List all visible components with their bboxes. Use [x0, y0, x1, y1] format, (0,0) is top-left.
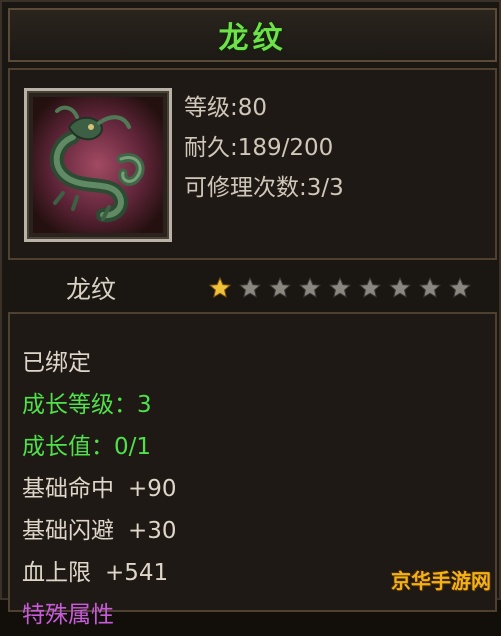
attribute-value: +90	[128, 476, 177, 502]
attribute-label: 特殊属性	[22, 602, 114, 628]
item-title: 龙纹	[218, 21, 287, 56]
attribute-label: 成长等级：	[22, 392, 137, 418]
attribute-value: +541	[105, 560, 169, 586]
item-name-row: 龙纹	[8, 264, 497, 310]
star-rating	[208, 274, 472, 302]
dragon-emblem-icon	[33, 97, 163, 233]
attribute-row: 已绑定	[22, 342, 177, 384]
item-name: 龙纹	[66, 275, 117, 304]
attribute-row: 血上限 +541	[22, 552, 177, 594]
attribute-label: 基础闪避	[22, 518, 114, 544]
attribute-value: 3	[137, 392, 152, 418]
star-empty-icon	[268, 276, 292, 299]
repair-count-stat: 可修理次数:3/3	[184, 175, 344, 201]
attribute-row: 基础闪避 +30	[22, 510, 177, 552]
attribute-row: 基础命中 +90	[22, 468, 177, 510]
star-empty-icon	[238, 276, 262, 299]
item-icon-frame[interactable]	[24, 88, 172, 242]
star-empty-icon	[388, 276, 412, 299]
star-empty-icon	[298, 276, 322, 299]
star-empty-icon	[418, 276, 442, 299]
item-tooltip-panel: 龙纹 等级:80 耐久:189/200 可修理次数:3/3 龙纹 已绑定 成长等…	[0, 0, 501, 628]
title-bar: 龙纹	[8, 8, 497, 62]
attribute-value: 0/1	[114, 434, 152, 460]
attribute-value: +30	[128, 518, 177, 544]
durability-stat: 耐久:189/200	[184, 135, 334, 161]
attribute-row: 特殊属性	[22, 594, 177, 636]
attribute-label: 血上限	[22, 560, 91, 586]
item-stats: 等级:80 耐久:189/200 可修理次数:3/3	[184, 88, 344, 208]
attribute-label: 成长值：	[22, 434, 114, 460]
star-empty-icon	[328, 276, 352, 299]
watermark-logo: 京华手游网	[391, 569, 491, 593]
attribute-list: 已绑定 成长等级：3 成长值：0/1 基础命中 +90 基础闪避 +30 血上限 +541 特殊属…	[22, 342, 177, 636]
attribute-row: 成长等级：3	[22, 384, 177, 426]
attribute-label: 基础命中	[22, 476, 114, 502]
level-stat: 等级:80	[184, 95, 268, 121]
attribute-label: 已绑定	[22, 350, 91, 376]
star-filled-icon	[208, 276, 232, 299]
item-info-box: 等级:80 耐久:189/200 可修理次数:3/3	[8, 68, 497, 260]
star-empty-icon	[358, 276, 382, 299]
star-empty-icon	[448, 276, 472, 299]
attribute-row: 成长值：0/1	[22, 426, 177, 468]
